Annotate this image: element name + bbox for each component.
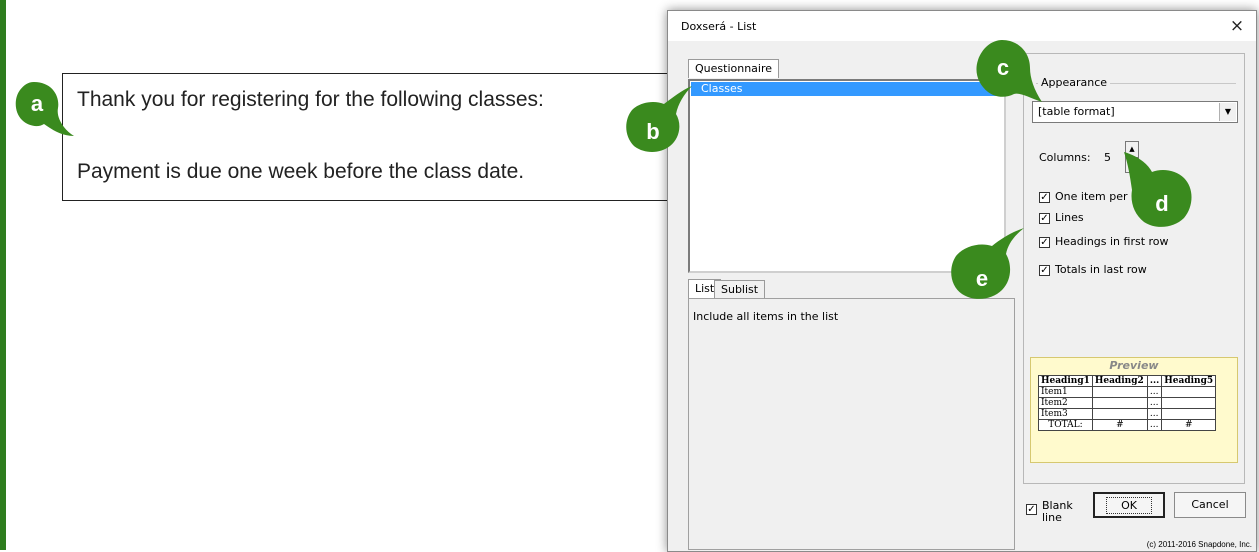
document-text-box[interactable]: Thank you for registering for the follow…	[62, 73, 694, 201]
preview-item: Item2	[1038, 397, 1093, 409]
callout-a: a	[15, 82, 75, 136]
callout-b: b	[626, 86, 692, 152]
list-description: Include all items in the list	[693, 310, 839, 323]
document-line-2: Payment is due one week before the class…	[77, 160, 525, 183]
callout-letter: e	[976, 266, 988, 291]
preview-title: Preview	[1109, 359, 1159, 372]
checkbox-label: Totals in last row	[1055, 263, 1147, 276]
table-row: Item3 ...	[1038, 408, 1217, 420]
list-options-panel: Include all items in the list	[688, 298, 1015, 550]
callout-d: d	[1124, 152, 1192, 227]
table-row: Item2 ...	[1038, 397, 1217, 409]
columns-value: 5	[1104, 151, 1111, 164]
table-row: Item1 ...	[1038, 386, 1217, 398]
preview-box: Preview Heading1 Heading2 ... Heading5 I…	[1030, 357, 1238, 463]
preview-item: Item3	[1038, 408, 1093, 420]
dialog-title: Doxserá - List	[681, 20, 757, 33]
close-icon[interactable]: ×	[1226, 15, 1248, 37]
checkbox-headings-first-row[interactable]: ✓ Headings in first row	[1039, 235, 1169, 249]
callout-letter: c	[997, 55, 1009, 80]
checkbox-label: Headings in first row	[1055, 235, 1169, 248]
check-icon[interactable]: ✓	[1039, 212, 1050, 224]
checkbox-totals-last-row[interactable]: ✓ Totals in last row	[1039, 263, 1147, 277]
document-line-1: Thank you for registering for the follow…	[77, 88, 544, 111]
preview-ellipsis: ...	[1146, 419, 1163, 431]
table-row: TOTAL: # ... #	[1038, 419, 1217, 431]
checkbox-lines[interactable]: ✓ Lines	[1039, 211, 1084, 225]
preview-header: ...	[1146, 375, 1163, 387]
left-accent-bar	[0, 0, 6, 550]
preview-total-mark: #	[1161, 419, 1217, 431]
preview-total-mark: #	[1091, 419, 1148, 431]
check-icon[interactable]: ✓	[1039, 236, 1050, 248]
preview-header: Heading5	[1161, 375, 1217, 387]
preview-table: Heading1 Heading2 ... Heading5 Item1 ...…	[1038, 375, 1217, 431]
dialog-titlebar: Doxserá - List ×	[668, 11, 1256, 41]
checkbox-label: Blank line	[1042, 499, 1073, 524]
check-icon[interactable]: ✓	[1039, 191, 1050, 203]
chevron-down-icon[interactable]: ▼	[1219, 103, 1236, 121]
copyright-text: (c) 2011-2016 Snapdone, Inc.	[1146, 540, 1252, 549]
checkbox-label: Lines	[1055, 211, 1084, 224]
callout-letter: b	[646, 119, 659, 144]
ok-button[interactable]: OK	[1093, 492, 1165, 518]
preview-ellipsis: ...	[1146, 386, 1163, 398]
check-icon[interactable]: ✓	[1039, 264, 1050, 276]
tab-questionnaire[interactable]: Questionnaire	[688, 59, 780, 78]
check-icon[interactable]: ✓	[1026, 504, 1037, 515]
callout-e: e	[951, 228, 1024, 299]
preview-header: Heading1	[1038, 375, 1093, 387]
cancel-button[interactable]: Cancel	[1174, 492, 1246, 518]
appearance-select[interactable]: [table format] ▼	[1032, 101, 1238, 123]
callout-letter: d	[1155, 191, 1168, 216]
checkbox-blank-line[interactable]: ✓ Blank line	[1026, 500, 1082, 524]
columns-label: Columns:	[1039, 151, 1091, 164]
preview-ellipsis: ...	[1146, 397, 1163, 409]
callout-letter: a	[31, 91, 44, 116]
preview-total-label: TOTAL:	[1038, 419, 1093, 431]
tree-item-classes[interactable]: Classes	[691, 82, 1003, 96]
tab-sublist[interactable]: Sublist	[714, 280, 766, 299]
table-row: Heading1 Heading2 ... Heading5	[1038, 375, 1217, 387]
ok-label: OK	[1106, 497, 1152, 514]
preview-ellipsis: ...	[1146, 408, 1163, 420]
preview-header: Heading2	[1091, 375, 1148, 387]
preview-item: Item1	[1038, 386, 1093, 398]
callout-c: c	[976, 40, 1042, 102]
